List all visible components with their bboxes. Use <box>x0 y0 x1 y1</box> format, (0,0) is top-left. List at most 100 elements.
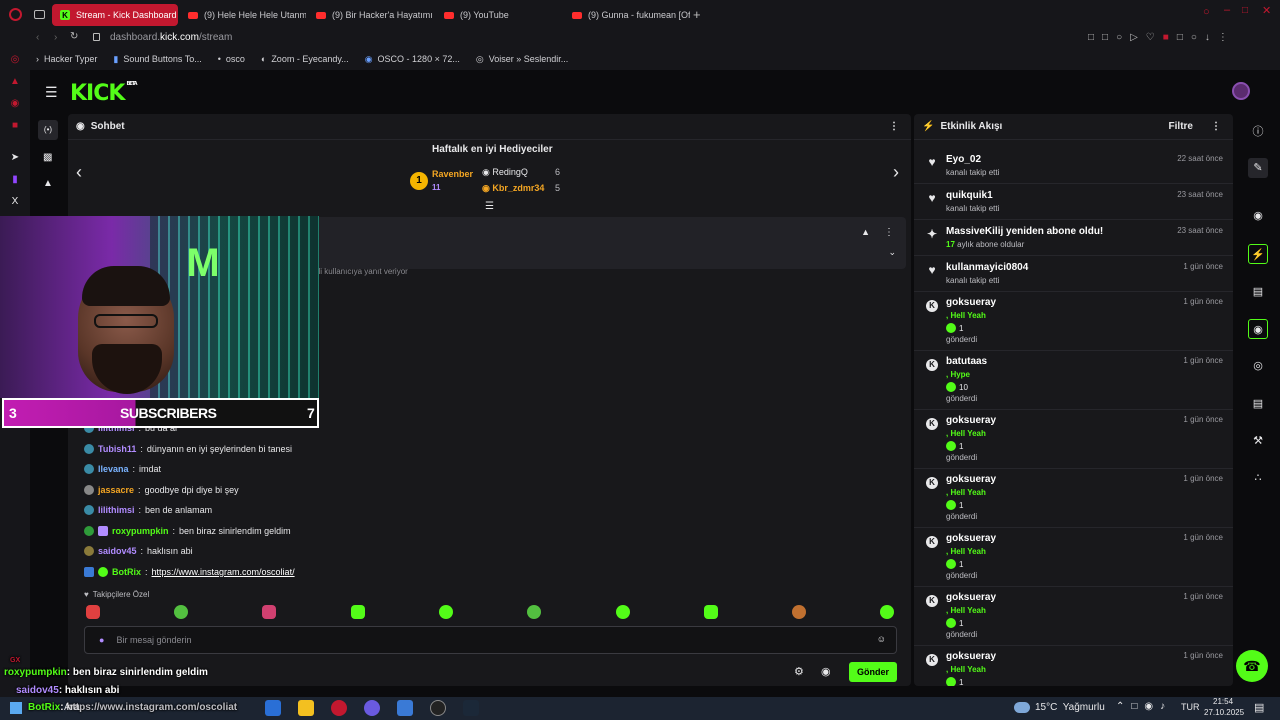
chat-message[interactable]: lilithimsi: ben de anlamam <box>84 505 212 515</box>
chat-menu-icon[interactable]: ⋮ <box>889 121 899 132</box>
emote-icon[interactable] <box>616 605 630 619</box>
event-user[interactable]: goksueray <box>946 592 996 603</box>
broadcast-icon[interactable]: ◎ <box>1248 356 1268 376</box>
chat-username[interactable]: lilithimsi <box>98 505 135 515</box>
discord-icon[interactable] <box>364 700 380 716</box>
activity-toggle-icon[interactable]: ⚡ <box>1248 244 1268 264</box>
stream-icon[interactable]: (•) <box>38 120 58 140</box>
forward-icon[interactable]: › <box>54 32 57 43</box>
hamburger-menu-icon[interactable]: ☰ <box>45 84 58 101</box>
file-explorer-icon[interactable] <box>298 700 314 716</box>
tab-youtube-2[interactable]: (9) Bir Hacker'a Hayatımı <box>308 4 434 26</box>
chat-username[interactable]: roxypumpkin <box>112 526 169 536</box>
bookmark-osco[interactable]: • osco <box>218 54 245 64</box>
chat-input[interactable]: ● Bir mesaj gönderin ☺ <box>84 626 897 654</box>
event-user[interactable]: Eyo_02 <box>946 154 981 165</box>
event-user[interactable]: kullanmayici0804 <box>946 262 1028 273</box>
chat-username[interactable]: jassacre <box>98 485 134 495</box>
steam-icon[interactable] <box>463 700 479 716</box>
app-icon[interactable] <box>397 700 413 716</box>
avatar[interactable] <box>1232 82 1250 100</box>
collapse-icon[interactable]: ☰ <box>485 201 494 212</box>
gift-event[interactable]: K goksueray , Hell Yeah 1 gönderdi 1 gün… <box>914 410 1233 469</box>
reload-icon[interactable]: ↻ <box>70 31 78 42</box>
back-icon[interactable]: ‹ <box>36 32 39 43</box>
url-field[interactable]: dashboard.kick.com/stream <box>110 32 232 43</box>
tab-menu-icon[interactable] <box>34 10 45 19</box>
bookmark-zoom[interactable]: ◐ Zoom - Eyecandy... <box>261 54 349 64</box>
gift-event[interactable]: K goksueray , Hell Yeah 1 gönderdi 1 gün… <box>914 469 1233 528</box>
dashboard-icon[interactable]: ▩ <box>43 152 52 163</box>
event-user[interactable]: goksueray <box>946 415 996 426</box>
bookmark-voiser[interactable]: ◎ Voiser » Seslendir... <box>476 54 568 65</box>
gift-event[interactable]: K goksueray , Hell Yeah 1 1 gün önce <box>914 646 1233 686</box>
info-icon[interactable]: ⓘ <box>1248 122 1268 142</box>
chat-message[interactable]: llevana: imdat <box>84 464 161 474</box>
messenger-icon[interactable]: ◉ <box>9 98 21 110</box>
bookmark-osco-2[interactable]: ◉ OSCO - 1280 × 72... <box>365 54 460 65</box>
layers-icon[interactable]: ▤ <box>1248 394 1268 414</box>
send-button[interactable]: Gönder <box>849 662 897 682</box>
close-icon[interactable]: ✕ <box>1262 4 1271 17</box>
x-icon[interactable]: X <box>9 196 21 208</box>
emote-icon[interactable] <box>439 605 453 619</box>
filter-button[interactable]: Filtre <box>1169 121 1193 132</box>
edit-icon[interactable]: ✎ <box>1248 158 1268 178</box>
twitch-icon[interactable]: ▮ <box>9 174 21 186</box>
event-user[interactable]: goksueray <box>946 297 996 308</box>
gift-event[interactable]: K goksueray , Hell Yeah 1 gönderdi 1 gün… <box>914 528 1233 587</box>
chat-toggle-icon[interactable]: ◉ <box>1248 319 1268 339</box>
activity-event[interactable]: ♥ Eyo_02 kanalı takip etti 22 saat önce <box>914 148 1233 184</box>
top-gifter-1-name[interactable]: Ravenber <box>432 169 473 179</box>
next-arrow-icon[interactable]: › <box>893 162 899 183</box>
emote-icon[interactable] <box>174 605 188 619</box>
gift-event[interactable]: K goksueray , Hell Yeah 1 gönderdi 1 gün… <box>914 587 1233 646</box>
wrench-icon[interactable]: ⚒ <box>1248 431 1268 451</box>
activity-event[interactable]: ♥ quikquik1 kanalı takip etti 23 saat ön… <box>914 184 1233 220</box>
clock-date[interactable]: 27.10.2025 <box>1204 708 1244 717</box>
language-indicator[interactable]: TUR <box>1181 702 1200 712</box>
chat-message[interactable]: Tubish11: dünyanın en iyi şeylerinden bi … <box>84 444 292 454</box>
tab-youtube-3[interactable]: (9) YouTube <box>436 4 562 26</box>
chat-username[interactable]: BotRix <box>112 567 141 577</box>
event-user[interactable]: quikquik1 <box>946 190 993 201</box>
support-icon[interactable]: ☎ <box>1236 650 1268 682</box>
emote-icon[interactable] <box>704 605 718 619</box>
activity-event[interactable]: ✦ MassiveKilij yeniden abone oldu! 17 ay… <box>914 220 1233 256</box>
emote-icon[interactable] <box>792 605 806 619</box>
event-user[interactable]: goksueray <box>946 474 996 485</box>
chat-message[interactable]: roxypumpkin: ben biraz sinirlendim geldim <box>84 526 291 536</box>
microphone-icon[interactable]: ● <box>99 635 104 645</box>
arrow-icon[interactable]: ➤ <box>9 152 21 164</box>
app-icon[interactable] <box>265 700 281 716</box>
top-gifter-3[interactable]: ◉ Kbr_zdmr34 <box>482 183 544 194</box>
minimize-icon[interactable]: – <box>1224 4 1230 16</box>
kick-logo[interactable]: KICK BETA <box>70 81 138 106</box>
bookmark-sound-buttons[interactable]: ▮ Sound Buttons To... <box>113 54 201 65</box>
taskbar-search[interactable]: Ara <box>64 702 80 713</box>
bookmark-hacker-typer[interactable]: › Hacker Typer <box>36 54 97 64</box>
obs-icon[interactable] <box>430 700 446 716</box>
event-user[interactable]: goksueray <box>946 651 996 662</box>
weather-text[interactable]: 15°C Yağmurlu <box>1035 702 1105 713</box>
emote-icon[interactable] <box>86 605 100 619</box>
pinned-menu-icon[interactable]: ⋮ <box>884 227 894 238</box>
chat-message[interactable]: saidov45: haklısın abi <box>84 546 193 556</box>
chevron-down-icon[interactable]: ⌄ <box>888 247 896 258</box>
mascot-icon[interactable]: ◉ <box>821 665 831 678</box>
event-user[interactable]: MassiveKilij yeniden abone oldu! <box>946 226 1103 237</box>
new-tab-icon[interactable]: + <box>693 7 701 22</box>
aria-icon[interactable]: ◎ <box>9 54 21 66</box>
emote-icon[interactable] <box>351 605 365 619</box>
windows-start-icon[interactable] <box>10 702 22 714</box>
clock-time[interactable]: 21:54 <box>1213 697 1233 706</box>
trophy-icon[interactable]: ▲ <box>43 178 53 189</box>
emote-icon[interactable] <box>262 605 276 619</box>
tab-youtube-4[interactable]: (9) Gunna - fukumean [Of <box>564 4 690 26</box>
emoji-picker-icon[interactable]: ☺ <box>877 634 886 644</box>
nodes-icon[interactable]: ∴ <box>1248 468 1268 488</box>
opera-gx-icon[interactable] <box>331 700 347 716</box>
chat-username[interactable]: Tubish11 <box>98 444 136 454</box>
player-icon[interactable]: ■ <box>9 120 21 132</box>
tray-icons[interactable]: ⌃□◉♪ <box>1116 701 1172 712</box>
